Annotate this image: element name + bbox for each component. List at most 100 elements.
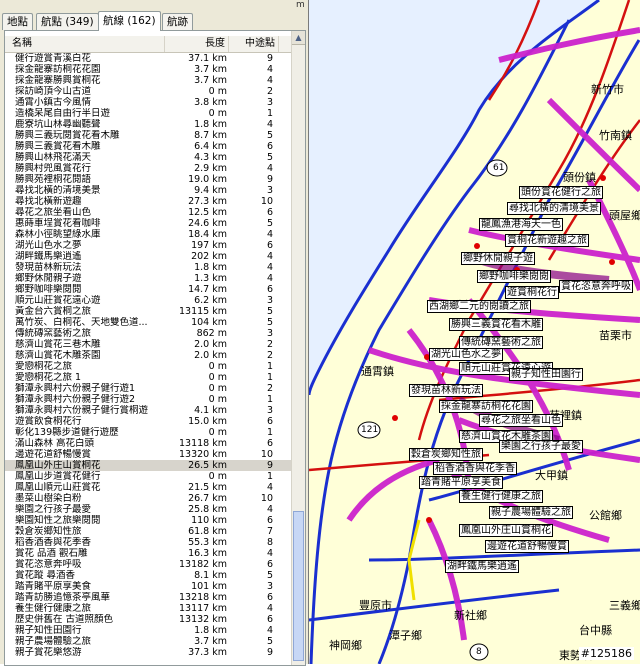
route-waypoint-label[interactable]: 西湖鄉二元的閱讀之旅	[427, 300, 531, 313]
table-row[interactable]: 穀倉炭鄉知性旅 61.8 km 7	[5, 526, 291, 537]
table-row[interactable]: 慈濟山賞花木雕茶園 2.0 km 2	[5, 350, 291, 361]
table-row[interactable]: 尋花之旅坐看山色 12.5 km 6	[5, 207, 291, 218]
table-row[interactable]: 湖光山色水之夢 197 km 6	[5, 240, 291, 251]
table-row[interactable]: 勝興三義賞花看木雕 6.4 km 6	[5, 141, 291, 152]
table-row[interactable]: 歷史併舊在 古道照顏色 13132 km 6	[5, 614, 291, 625]
table-row[interactable]: 採金龍寨訪桐花花園 3.7 km 4	[5, 64, 291, 75]
table-row[interactable]: 獅潭永興村六份親子健行遊1 0 m 2	[5, 383, 291, 394]
route-waypoint-label[interactable]: 鄉野咖啡樂閱閱	[477, 270, 551, 283]
table-row[interactable]: 傳統磚窯藝術之旅 862 m 3	[5, 328, 291, 339]
table-row[interactable]: 賞花 品酒 觀石雕 16.3 km 4	[5, 548, 291, 559]
route-name-cell: 穀倉炭鄉知性旅	[15, 526, 82, 537]
table-row[interactable]: 墨菜山樹染白粉 26.7 km 10	[5, 493, 291, 504]
route-length-cell: 6.2 km	[194, 295, 227, 306]
table-row[interactable]: 親子知性田園行 1.8 km 4	[5, 625, 291, 636]
table-row[interactable]: 勝興山林飛花滿天 4.3 km 5	[5, 152, 291, 163]
table-row[interactable]: 健行遊賞青溪白花 37.1 km 9	[5, 53, 291, 64]
route-waypoint-label[interactable]: 親子知性田園行	[509, 368, 583, 381]
vertical-scrollbar[interactable]: ▲	[291, 31, 305, 665]
tab-2[interactable]: 航線 (162)	[98, 11, 161, 31]
route-waypoint-label[interactable]: 邊遊花道舒暢慢賞	[485, 540, 569, 553]
table-row[interactable]: 造橋呆尾自由行半日遊 0 m 1	[5, 108, 291, 119]
tab-0[interactable]: 地點	[2, 13, 33, 30]
route-waypoint-label[interactable]: 賞桐花新遊趣之旅	[505, 234, 589, 247]
table-row[interactable]: 樂園知性之旅樂閱閱 110 km 6	[5, 515, 291, 526]
route-length-cell: 24.6 km	[188, 218, 227, 229]
route-waypoint-label[interactable]: 踏青賭平原享美食	[419, 476, 503, 489]
scrollbar-thumb[interactable]	[293, 511, 304, 661]
route-waypoints-cell: 5	[266, 636, 273, 647]
table-row[interactable]: 養生健行健康之旅 13117 km 4	[5, 603, 291, 614]
table-row[interactable]: 親子賞花樂悠游 37.3 km 9	[5, 647, 291, 658]
table-row[interactable]: 賞花蹤 尋酒香 8.1 km 5	[5, 570, 291, 581]
table-row[interactable]: 黃金台六賞桐之旅 13115 km 5	[5, 306, 291, 317]
table-row[interactable]: 萬竹炭、白桐花、天地雙色道... 104 km 5	[5, 317, 291, 328]
table-row[interactable]: 發現苗林新玩法 1.8 km 4	[5, 262, 291, 273]
route-waypoints-cell: 1	[266, 372, 273, 383]
route-waypoint-label[interactable]: 鄉野休閒親子遊	[461, 252, 535, 265]
route-waypoint-label[interactable]: 發現苗林新玩法	[409, 384, 483, 397]
table-row[interactable]: 湖畔鐵馬樂逍遙 202 km 4	[5, 251, 291, 262]
route-waypoint-label[interactable]: 鳳凰山外庄山賞桐花	[459, 524, 553, 537]
table-row[interactable]: 獅潭永興村六份親子健行賞桐遊 4.1 km 3	[5, 405, 291, 416]
route-waypoint-label[interactable]: 尋花之旅坐看山色	[479, 414, 563, 427]
table-row[interactable]: 尋找北橫新遊趣 27.3 km 10	[5, 196, 291, 207]
table-row[interactable]: 踏青賭平原享美食 101 km 3	[5, 581, 291, 592]
table-row[interactable]: 森林小徑眺望綠水庫 18.4 km 4	[5, 229, 291, 240]
table-row[interactable]: 勝興村兜風賞花行 2.9 km 4	[5, 163, 291, 174]
table-row[interactable]: 惠蒔車埕賞花看咖啡 24.6 km 5	[5, 218, 291, 229]
route-waypoint-label[interactable]: 湖光山色水之夢	[429, 348, 503, 361]
route-length-cell: 21.5 km	[188, 482, 227, 493]
table-row[interactable]: 鄉野休閒親子遊 1.3 km 4	[5, 273, 291, 284]
table-row[interactable]: 鳳凰山順元山莊賞花 21.5 km 4	[5, 482, 291, 493]
route-waypoint-label[interactable]: 勝興三義賞花看木雕	[449, 318, 543, 331]
tab-1[interactable]: 航點 (349)	[36, 13, 99, 30]
route-waypoint-label[interactable]: 頭份賞花健行之旅	[519, 186, 603, 199]
table-row[interactable]: 愛戀桐花之旅 0 m 1	[5, 361, 291, 372]
table-row[interactable]: 遊賞飲食桐花行 15.0 km 6	[5, 416, 291, 427]
route-waypoint-label[interactable]: 採金龍寨訪桐花花園	[439, 400, 533, 413]
route-waypoints-cell: 6	[266, 207, 273, 218]
route-waypoint-label[interactable]: 尋找北橫的清境美景	[507, 202, 601, 215]
route-waypoint-label[interactable]: 遊賞桐花行	[505, 286, 559, 299]
table-row[interactable]: 順元山莊賞花遠心遊 6.2 km 3	[5, 295, 291, 306]
table-row[interactable]: 鳳凰山外庄山賞桐花 26.5 km 9	[5, 460, 291, 471]
table-row[interactable]: 採金龍寨勝興賞桐花 3.7 km 4	[5, 75, 291, 86]
map-view[interactable]: 611218頭份鎮新竹市造橋鄉通霄鎮苑裡鎮大甲鎮竹南鎮頭屋鄉苗栗市公館鄉三義鄉豐…	[309, 0, 640, 664]
table-row[interactable]: 稻香酒香與花季香 55.3 km 8	[5, 537, 291, 548]
column-header-name[interactable]: 名稱	[5, 36, 165, 52]
table-row[interactable]: 探訪崎頂今山古道 0 m 2	[5, 86, 291, 97]
table-row[interactable]: 勝興三義玩閱賞花看木雕 8.7 km 5	[5, 130, 291, 141]
table-row[interactable]: 勝興苑裡桐花閱語 19.0 km 9	[5, 174, 291, 185]
table-row[interactable]: 尋找北橫的清境美景 9.4 km 3	[5, 185, 291, 196]
table-row[interactable]: 鳳凰山步道賞花健行 0 m 1	[5, 471, 291, 482]
column-header-length[interactable]: 長度	[165, 36, 229, 52]
table-row[interactable]: 獅潭永興村六份親子健行遊2 0 m 1	[5, 394, 291, 405]
route-waypoint-label[interactable]: 親子農場體驗之旅	[489, 506, 573, 519]
route-listview[interactable]: 名稱 長度 中途點 健行遊賞青溪白花 37.1 km 9 採金龍寨訪桐花花園 3.7 k…	[4, 30, 306, 666]
route-waypoint-label[interactable]: 湖畔鐵馬樂逍遙	[445, 560, 519, 573]
table-row[interactable]: 樂園之行孩子最愛 25.8 km 4	[5, 504, 291, 515]
table-row[interactable]: 慈濟山賞花三巷木雕 2.0 km 2	[5, 339, 291, 350]
route-name-cell: 勝興村兜風賞花行	[15, 163, 92, 174]
route-waypoints-cell: 2	[266, 350, 273, 361]
table-row[interactable]: 彰化139縣步道健行遊歷 0 m 1	[5, 427, 291, 438]
route-waypoint-label[interactable]: 養生健行健康之旅	[459, 490, 543, 503]
scroll-up-arrow-icon[interactable]: ▲	[292, 31, 305, 45]
table-row[interactable]: 鹿寮坑山林尋幽聽聲 1.8 km 4	[5, 119, 291, 130]
table-row[interactable]: 鄉野咖啡樂閱閱 14.7 km 6	[5, 284, 291, 295]
column-header-waypoints[interactable]: 中途點	[229, 36, 279, 52]
route-waypoint-label[interactable]: 賞花恣意奔呼吸	[559, 280, 633, 293]
table-row[interactable]: 愛戀桐花之旅 1 0 m 1	[5, 372, 291, 383]
table-row[interactable]: 邊遊花道舒暢慢賞 13320 km 10	[5, 449, 291, 460]
table-row[interactable]: 賞花恣意奔呼吸 13182 km 6	[5, 559, 291, 570]
route-waypoint-label[interactable]: 稻香酒香與花季香	[433, 462, 517, 475]
route-waypoint-label[interactable]: 龍鳳漁港海天一色	[479, 218, 563, 231]
table-row[interactable]: 滿山森林 高花白頭 13118 km 6	[5, 438, 291, 449]
route-waypoint-label[interactable]: 穀倉炭鄉知性旅	[409, 448, 483, 461]
route-waypoint-label[interactable]: 樂園之行孩子最愛	[499, 440, 583, 453]
table-row[interactable]: 親子農場體驗之旅 3.7 km 5	[5, 636, 291, 647]
tab-3[interactable]: 航跡	[162, 13, 193, 30]
table-row[interactable]: 踏青訪勝追憶茶亭風華 13218 km 6	[5, 592, 291, 603]
table-row[interactable]: 通霄小鎮古今風情 3.8 km 3	[5, 97, 291, 108]
